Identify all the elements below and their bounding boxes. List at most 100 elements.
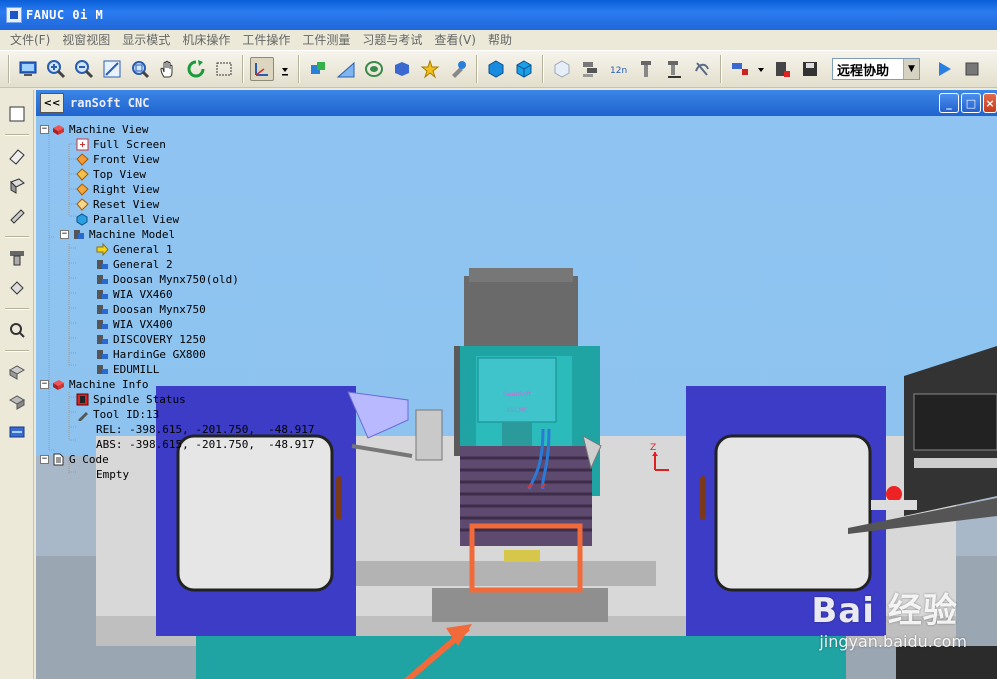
tree-label: Machine Info: [69, 378, 149, 391]
expander-icon[interactable]: −: [60, 230, 69, 239]
tree-item-reset-view[interactable]: Reset View: [76, 197, 159, 212]
toolbar-separator: [542, 55, 544, 83]
spindle-head-label: SwanSoft: [503, 391, 532, 398]
inspect-icon[interactable]: [5, 318, 29, 342]
menu-view[interactable]: 查看(V): [428, 31, 482, 48]
stop-icon[interactable]: [960, 57, 984, 81]
tree-item-spindle-status[interactable]: Spindle Status: [76, 392, 186, 407]
tree-label: Front View: [93, 153, 160, 166]
tree-item-model-wia-vx400[interactable]: WIA VX400: [96, 317, 173, 332]
tree-item-right-view[interactable]: Right View: [76, 182, 159, 197]
reset-view-icon: [76, 198, 89, 211]
wrench-icon[interactable]: [446, 57, 470, 81]
close-button[interactable]: ×: [983, 93, 997, 113]
menu-machine-operation[interactable]: 机床操作: [176, 31, 236, 48]
probe-icon[interactable]: [634, 57, 658, 81]
rel-coords-value: REL: -398.615, -201.750, -48.917: [96, 423, 315, 436]
film-icon[interactable]: [770, 57, 794, 81]
menu-window-view[interactable]: 视窗视图: [56, 31, 116, 48]
menu-help[interactable]: 帮助: [482, 31, 518, 48]
tree-item-front-view[interactable]: Front View: [76, 152, 159, 167]
expander-icon[interactable]: −: [40, 455, 49, 464]
screen-icon[interactable]: [16, 57, 40, 81]
minimize-button[interactable]: _: [939, 93, 959, 113]
eraser-icon[interactable]: [5, 144, 29, 168]
block-icon[interactable]: [5, 174, 29, 198]
tree-item-parallel-view[interactable]: Parallel View: [76, 212, 179, 227]
tree-node-machine-model[interactable]: − Machine Model: [60, 227, 175, 242]
machine-3d-viewport[interactable]: SwanSoft SSCNC Z − Machine View Full Scr…: [36, 116, 997, 679]
menu-file[interactable]: 文件(F): [4, 31, 56, 48]
clear-icon[interactable]: [690, 57, 714, 81]
tree-item-full-screen[interactable]: Full Screen: [76, 137, 166, 152]
dimension-icon[interactable]: 12n: [606, 57, 630, 81]
tree-item-model-doosan-old[interactable]: Doosan Mynx750(old): [96, 272, 239, 287]
tool-length-icon[interactable]: [662, 57, 686, 81]
transparent-icon[interactable]: [550, 57, 574, 81]
coolant-icon[interactable]: [362, 57, 386, 81]
tree-node-g-code[interactable]: − G Code: [40, 452, 109, 467]
machine-icon: [96, 273, 109, 286]
dropdown-arrow-icon[interactable]: [756, 57, 766, 81]
tree-label: Machine Model: [89, 228, 176, 241]
tree-label: WIA VX460: [113, 288, 173, 301]
expander-icon[interactable]: −: [40, 380, 49, 389]
menu-exercise-exam[interactable]: 习题与考试: [356, 31, 428, 48]
chevron-down-icon[interactable]: ▼: [903, 59, 919, 79]
maximize-button[interactable]: □: [961, 93, 981, 113]
tree-node-machine-info[interactable]: − Machine Info: [40, 377, 148, 392]
expander-icon[interactable]: −: [40, 125, 49, 134]
tool-holder-icon[interactable]: [5, 246, 29, 270]
part-icon[interactable]: [5, 360, 29, 384]
g-code-value: Empty: [96, 468, 130, 481]
zoom-in-icon[interactable]: [44, 57, 68, 81]
mode-select[interactable]: 远程协助 ▼: [832, 58, 920, 80]
pan-hand-icon[interactable]: [156, 57, 180, 81]
rotate-icon[interactable]: [184, 57, 208, 81]
cube-alt-icon[interactable]: [512, 57, 536, 81]
menu-workpiece-measure[interactable]: 工件测量: [296, 31, 356, 48]
measure-icon[interactable]: [334, 57, 358, 81]
collapse-panel-button[interactable]: <<: [40, 93, 64, 113]
star-icon[interactable]: [418, 57, 442, 81]
part-alt-icon[interactable]: [5, 390, 29, 414]
tree-label: Right View: [93, 183, 160, 196]
tree-label: Top View: [93, 168, 146, 181]
layers-icon[interactable]: [578, 57, 602, 81]
toolbar-separator: [242, 55, 244, 83]
tree-item-model-general-2[interactable]: General 2: [96, 257, 173, 272]
blank-view-icon[interactable]: [5, 102, 29, 126]
record-icon[interactable]: [728, 57, 752, 81]
menu-workpiece-operation[interactable]: 工件操作: [236, 31, 296, 48]
tree-label: G Code: [69, 453, 109, 466]
full-screen-icon: [76, 138, 89, 151]
tree-item-model-wia-vx460[interactable]: WIA VX460: [96, 287, 173, 302]
fixture-icon[interactable]: [5, 276, 29, 300]
tree-item-model-edumill[interactable]: EDUMILL: [96, 362, 159, 377]
zoom-window-icon[interactable]: [100, 57, 124, 81]
tool-icon[interactable]: [306, 57, 330, 81]
tree-item-top-view[interactable]: Top View: [76, 167, 146, 182]
parallel-view-icon: [76, 213, 89, 226]
tree-item-model-general-1[interactable]: General 1: [96, 242, 173, 257]
tree-node-machine-view[interactable]: − Machine View: [40, 122, 148, 137]
cube-icon[interactable]: [484, 57, 508, 81]
tree-item-model-discovery[interactable]: DISCOVERY 1250: [96, 332, 206, 347]
select-rect-icon[interactable]: [212, 57, 236, 81]
dropdown-arrow-icon[interactable]: [278, 57, 292, 81]
workpiece-icon[interactable]: [390, 57, 414, 81]
tree-item-model-hardinge[interactable]: HardinGe GX800: [96, 347, 206, 362]
cut-tool-icon[interactable]: [5, 204, 29, 228]
play-icon[interactable]: [932, 57, 956, 81]
axis-view-icon[interactable]: [250, 57, 274, 81]
machine-icon: [96, 318, 109, 331]
panel-icon[interactable]: [5, 420, 29, 444]
menu-display-mode[interactable]: 显示模式: [116, 31, 176, 48]
toolbar-separator: [298, 55, 300, 83]
zoom-fit-icon[interactable]: [128, 57, 152, 81]
save-record-icon[interactable]: [798, 57, 822, 81]
zoom-out-icon[interactable]: [72, 57, 96, 81]
right-view-icon: [76, 183, 89, 196]
tree-item-model-doosan[interactable]: Doosan Mynx750: [96, 302, 206, 317]
watermark-brand: Bai 经验: [811, 591, 958, 631]
